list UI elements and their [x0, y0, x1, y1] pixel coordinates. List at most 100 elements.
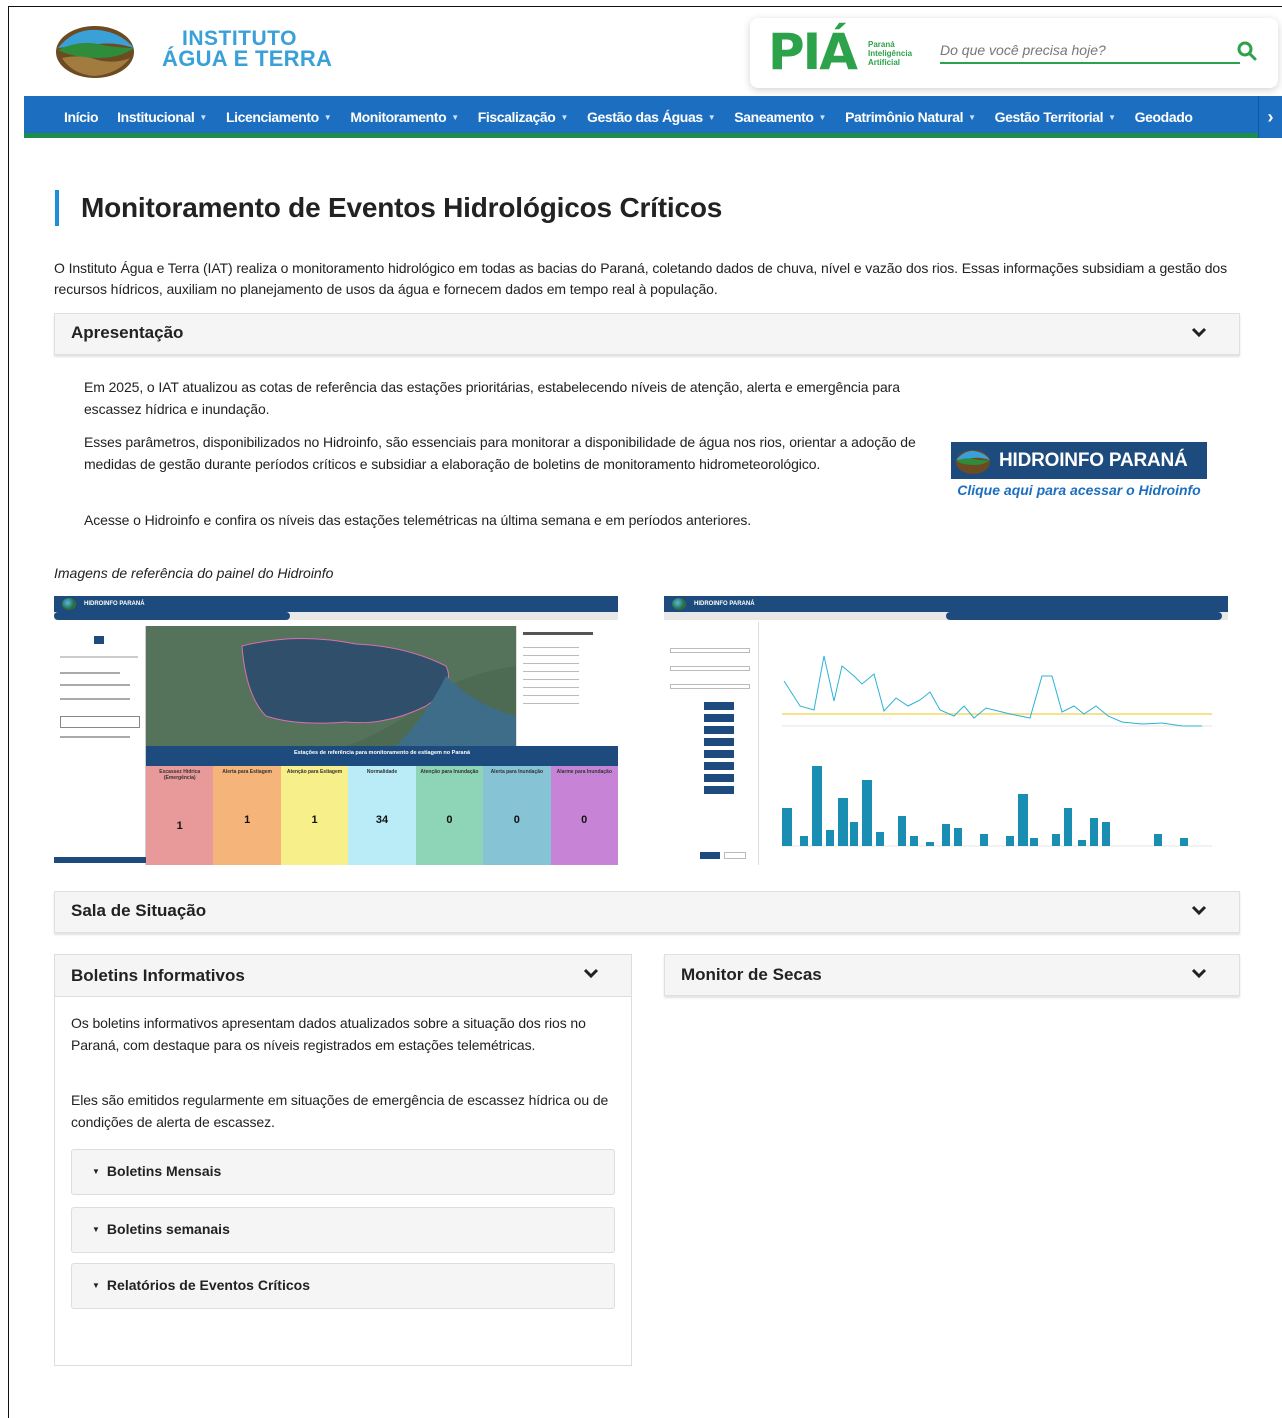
- chevron-down-icon[interactable]: [1191, 326, 1207, 340]
- chevron-down-icon[interactable]: [1191, 967, 1207, 981]
- status-card: Alarme para Inundação 0: [550, 766, 618, 865]
- boletins-panel: Boletins Informativos Os boletins inform…: [54, 954, 632, 1366]
- nav-item-saneamento[interactable]: Saneamento ▼: [734, 109, 826, 125]
- accordion-title: Apresentação: [71, 323, 184, 342]
- sub-accordion-boletins-mensais[interactable]: ▼ Boletins Mensais: [71, 1149, 615, 1195]
- status-card-value: 1: [176, 820, 183, 832]
- sub-accordion-label: ▼ Relatórios de Eventos Críticos: [92, 1277, 310, 1293]
- status-card-label: Atenção para Estiagem: [286, 769, 343, 775]
- shot2-logo-icon: [672, 598, 686, 610]
- nav-item-label: Licenciamento: [225, 109, 319, 125]
- page-frame-left: [8, 6, 9, 1418]
- status-card-label: Normalidade: [366, 769, 398, 775]
- accordion-boletins[interactable]: Boletins Informativos: [55, 955, 631, 997]
- pia-sub-2: Inteligência: [868, 49, 913, 58]
- nav-item-label: Geodado: [1134, 109, 1193, 125]
- shot1-divider: [60, 656, 138, 658]
- shot1-line: [60, 672, 120, 674]
- nav-list: Início Institucional ▼ Licenciamento ▼ Monito…: [24, 96, 1234, 138]
- shot1-table-title-text: Estações de referência para monitorament…: [293, 750, 471, 756]
- accordion-apresentacao[interactable]: Apresentação: [54, 313, 1240, 355]
- chevron-down-icon[interactable]: [583, 967, 599, 986]
- caret-down-icon: ▼: [451, 112, 459, 122]
- nav-item-fiscaliza-o[interactable]: Fiscalização ▼: [477, 109, 569, 125]
- nav-item-label: Institucional: [117, 109, 195, 125]
- caret-down-icon: ▼: [560, 112, 568, 122]
- sub-accordion-relatorios[interactable]: ▼ Relatórios de Eventos Críticos: [71, 1263, 615, 1309]
- main-nav: Início Institucional ▼ Licenciamento ▼ Monito…: [24, 96, 1282, 138]
- shot1-legend: [516, 626, 618, 746]
- sub-accordion-boletins-semanais[interactable]: ▼ Boletins semanais: [71, 1207, 615, 1253]
- shot2-apply-button: [700, 852, 720, 859]
- status-card-label: Alerta para Inundação: [490, 769, 544, 775]
- hidroinfo-screenshot-map: HIDROINFO PARANÁ Estações de referência …: [54, 596, 618, 865]
- search-input[interactable]: [940, 38, 1240, 64]
- hidroinfo-banner-text: HIDROINFO PARANÁ: [999, 449, 1188, 471]
- shot1-sidebar-footer: [54, 857, 146, 863]
- nav-item-label: Patrimônio Natural: [845, 109, 964, 125]
- sub-accordion-text: Boletins semanais: [106, 1221, 230, 1237]
- status-card-value: 1: [311, 814, 318, 826]
- hidroinfo-link[interactable]: Clique aqui para acessar o Hidroinfo: [951, 480, 1207, 501]
- shot1-legend-title: [523, 632, 593, 635]
- hidroinfo-screenshot-charts: HIDROINFO PARANÁ: [664, 596, 1228, 865]
- nav-item-gest-o-das-guas[interactable]: Gestão das Águas ▼: [587, 109, 716, 125]
- nav-item-label: Início: [64, 109, 99, 125]
- status-card-value: 34: [375, 814, 389, 826]
- shot1-map: [146, 626, 516, 746]
- accordion-sala-situacao[interactable]: Sala de Situação: [54, 891, 1240, 933]
- shot1-add-button: [94, 636, 104, 644]
- caret-down-icon: ▼: [707, 112, 716, 122]
- nav-item-geodado[interactable]: Geodado: [1135, 109, 1193, 125]
- shot1-line: [60, 684, 130, 686]
- shot1-line: [60, 736, 130, 738]
- caret-down-icon: ▼: [1108, 112, 1116, 122]
- status-card-value: 0: [513, 814, 520, 826]
- nav-item-in-cio[interactable]: Início: [64, 109, 99, 125]
- nav-item-label: Monitoramento: [350, 109, 447, 125]
- shot1-logo-icon: [62, 598, 76, 610]
- shot1-selected-week: [60, 716, 140, 728]
- nav-next-arrow[interactable]: ›: [1258, 96, 1282, 138]
- status-card-label: Alerta para Estiagem: [222, 769, 272, 775]
- sub-accordion-text: Boletins Mensais: [106, 1163, 222, 1179]
- shot2-active-tab: [946, 612, 1222, 620]
- hidroinfo-banner[interactable]: HIDROINFO PARANÁ: [951, 442, 1207, 479]
- shot1-line: [60, 698, 130, 700]
- status-card-label: Escassez Hídrica (Emergência): [159, 769, 201, 781]
- caret-down-icon: ▼: [323, 112, 332, 122]
- nav-item-patrim-nio-natural[interactable]: Patrimônio Natural ▼: [845, 109, 976, 125]
- status-card: Escassez Hídrica (Emergência) 1: [146, 766, 214, 865]
- shot2-bar-chart: [762, 746, 1222, 865]
- nav-item-gest-o-territorial[interactable]: Gestão Territorial ▼: [995, 109, 1116, 125]
- nav-item-label: Fiscalização: [477, 109, 556, 125]
- shot1-active-tab: [54, 612, 290, 620]
- apresentacao-p1: Em 2025, o IAT atualizou as cotas de ref…: [84, 379, 900, 417]
- nav-item-licenciamento[interactable]: Licenciamento ▼: [225, 109, 332, 125]
- shot1-sidebar: [54, 626, 146, 865]
- pia-logo[interactable]: PIÁ: [768, 27, 858, 77]
- shot1-header: HIDROINFO PARANÁ: [54, 596, 618, 612]
- search-icon[interactable]: [1236, 40, 1258, 62]
- nav-item-monitoramento[interactable]: Monitoramento ▼: [350, 109, 459, 125]
- shot2-header: HIDROINFO PARANÁ: [664, 596, 1228, 612]
- accordion-monitor-secas[interactable]: Monitor de Secas: [664, 954, 1240, 996]
- sub-accordion-label: ▼ Boletins semanais: [92, 1221, 230, 1237]
- nav-item-institucional[interactable]: Institucional ▼: [117, 109, 207, 125]
- caret-down-icon: ▼: [968, 112, 976, 122]
- chevron-down-icon[interactable]: [1191, 904, 1207, 918]
- shot2-date-buttons: [704, 702, 734, 798]
- apresentacao-p3: Acesse o Hidroinfo e confira os níveis d…: [84, 512, 752, 528]
- status-card-label: Alarme para Inundação: [556, 769, 612, 775]
- iat-logo[interactable]: INSTITUTO ÁGUA E TERRA: [54, 18, 332, 80]
- status-card-value: 0: [581, 814, 588, 826]
- shot2-tabs: [664, 612, 1228, 620]
- shot1-header-text: HIDROINFO PARANÁ: [84, 601, 145, 607]
- status-card-label: Atenção para Inundação: [420, 769, 479, 775]
- page-frame-top: [8, 6, 1282, 7]
- iat-logo-icon: [56, 26, 134, 78]
- boletins-p1: Os boletins informativos apresentam dado…: [71, 1015, 586, 1053]
- intro-paragraph: O Instituto Água e Terra (IAT) realiza o…: [54, 260, 1227, 297]
- caret-down-icon: ▼: [818, 112, 827, 122]
- shot2-bar-svg: [782, 766, 1212, 847]
